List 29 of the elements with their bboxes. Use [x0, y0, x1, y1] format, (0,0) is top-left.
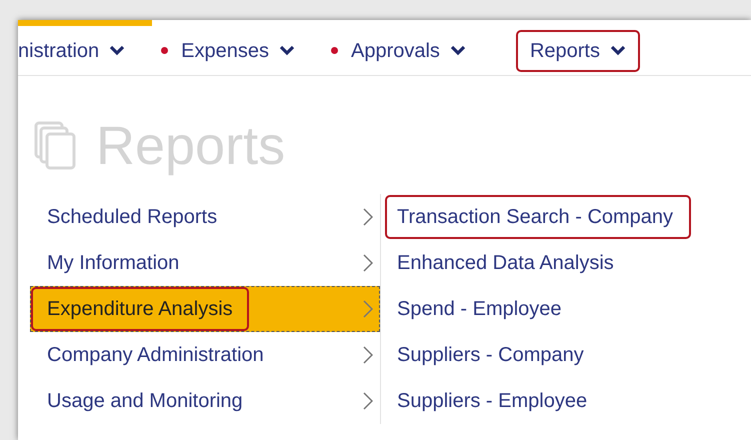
report-link[interactable]: Enhanced Data Analysis [385, 248, 626, 278]
category-label: Usage and Monitoring [46, 389, 244, 414]
nav-menu-tab[interactable]: nistration [18, 30, 126, 72]
report-category-item[interactable]: Usage and Monitoring [30, 378, 380, 424]
nav-menu-tab[interactable]: Expenses [181, 30, 295, 72]
chevron-right-icon [363, 254, 373, 272]
chevron-right-icon [363, 300, 373, 318]
chevron-down-icon [109, 45, 126, 56]
category-label: My Information [46, 251, 180, 276]
report-link[interactable]: Spend - Employee [385, 294, 574, 324]
chevron-right-icon [363, 208, 373, 226]
category-label: Company Administration [46, 343, 265, 368]
report-category-item[interactable]: My Information [30, 240, 380, 286]
report-category-item[interactable]: Company Administration [30, 332, 380, 378]
report-link[interactable]: Transaction Search - Company [385, 195, 692, 239]
chevron-down-icon [279, 45, 295, 56]
report-link[interactable]: Suppliers - Employee [385, 386, 600, 416]
category-label: Scheduled Reports [46, 205, 218, 230]
chevron-right-icon [363, 346, 373, 364]
nav-menu-tab[interactable]: Reports [516, 30, 640, 72]
chevron-down-icon [450, 45, 466, 56]
report-category-item[interactable]: Scheduled Reports [30, 194, 380, 240]
nav-menu-tab[interactable]: Approvals [351, 30, 466, 72]
documents-icon [34, 121, 78, 171]
report-category-item[interactable]: Expenditure Analysis [30, 286, 380, 332]
category-label: Expenditure Analysis [31, 287, 249, 331]
chevron-down-icon [610, 45, 626, 56]
report-link[interactable]: Suppliers - Company [385, 340, 596, 370]
chevron-right-icon [363, 392, 373, 410]
